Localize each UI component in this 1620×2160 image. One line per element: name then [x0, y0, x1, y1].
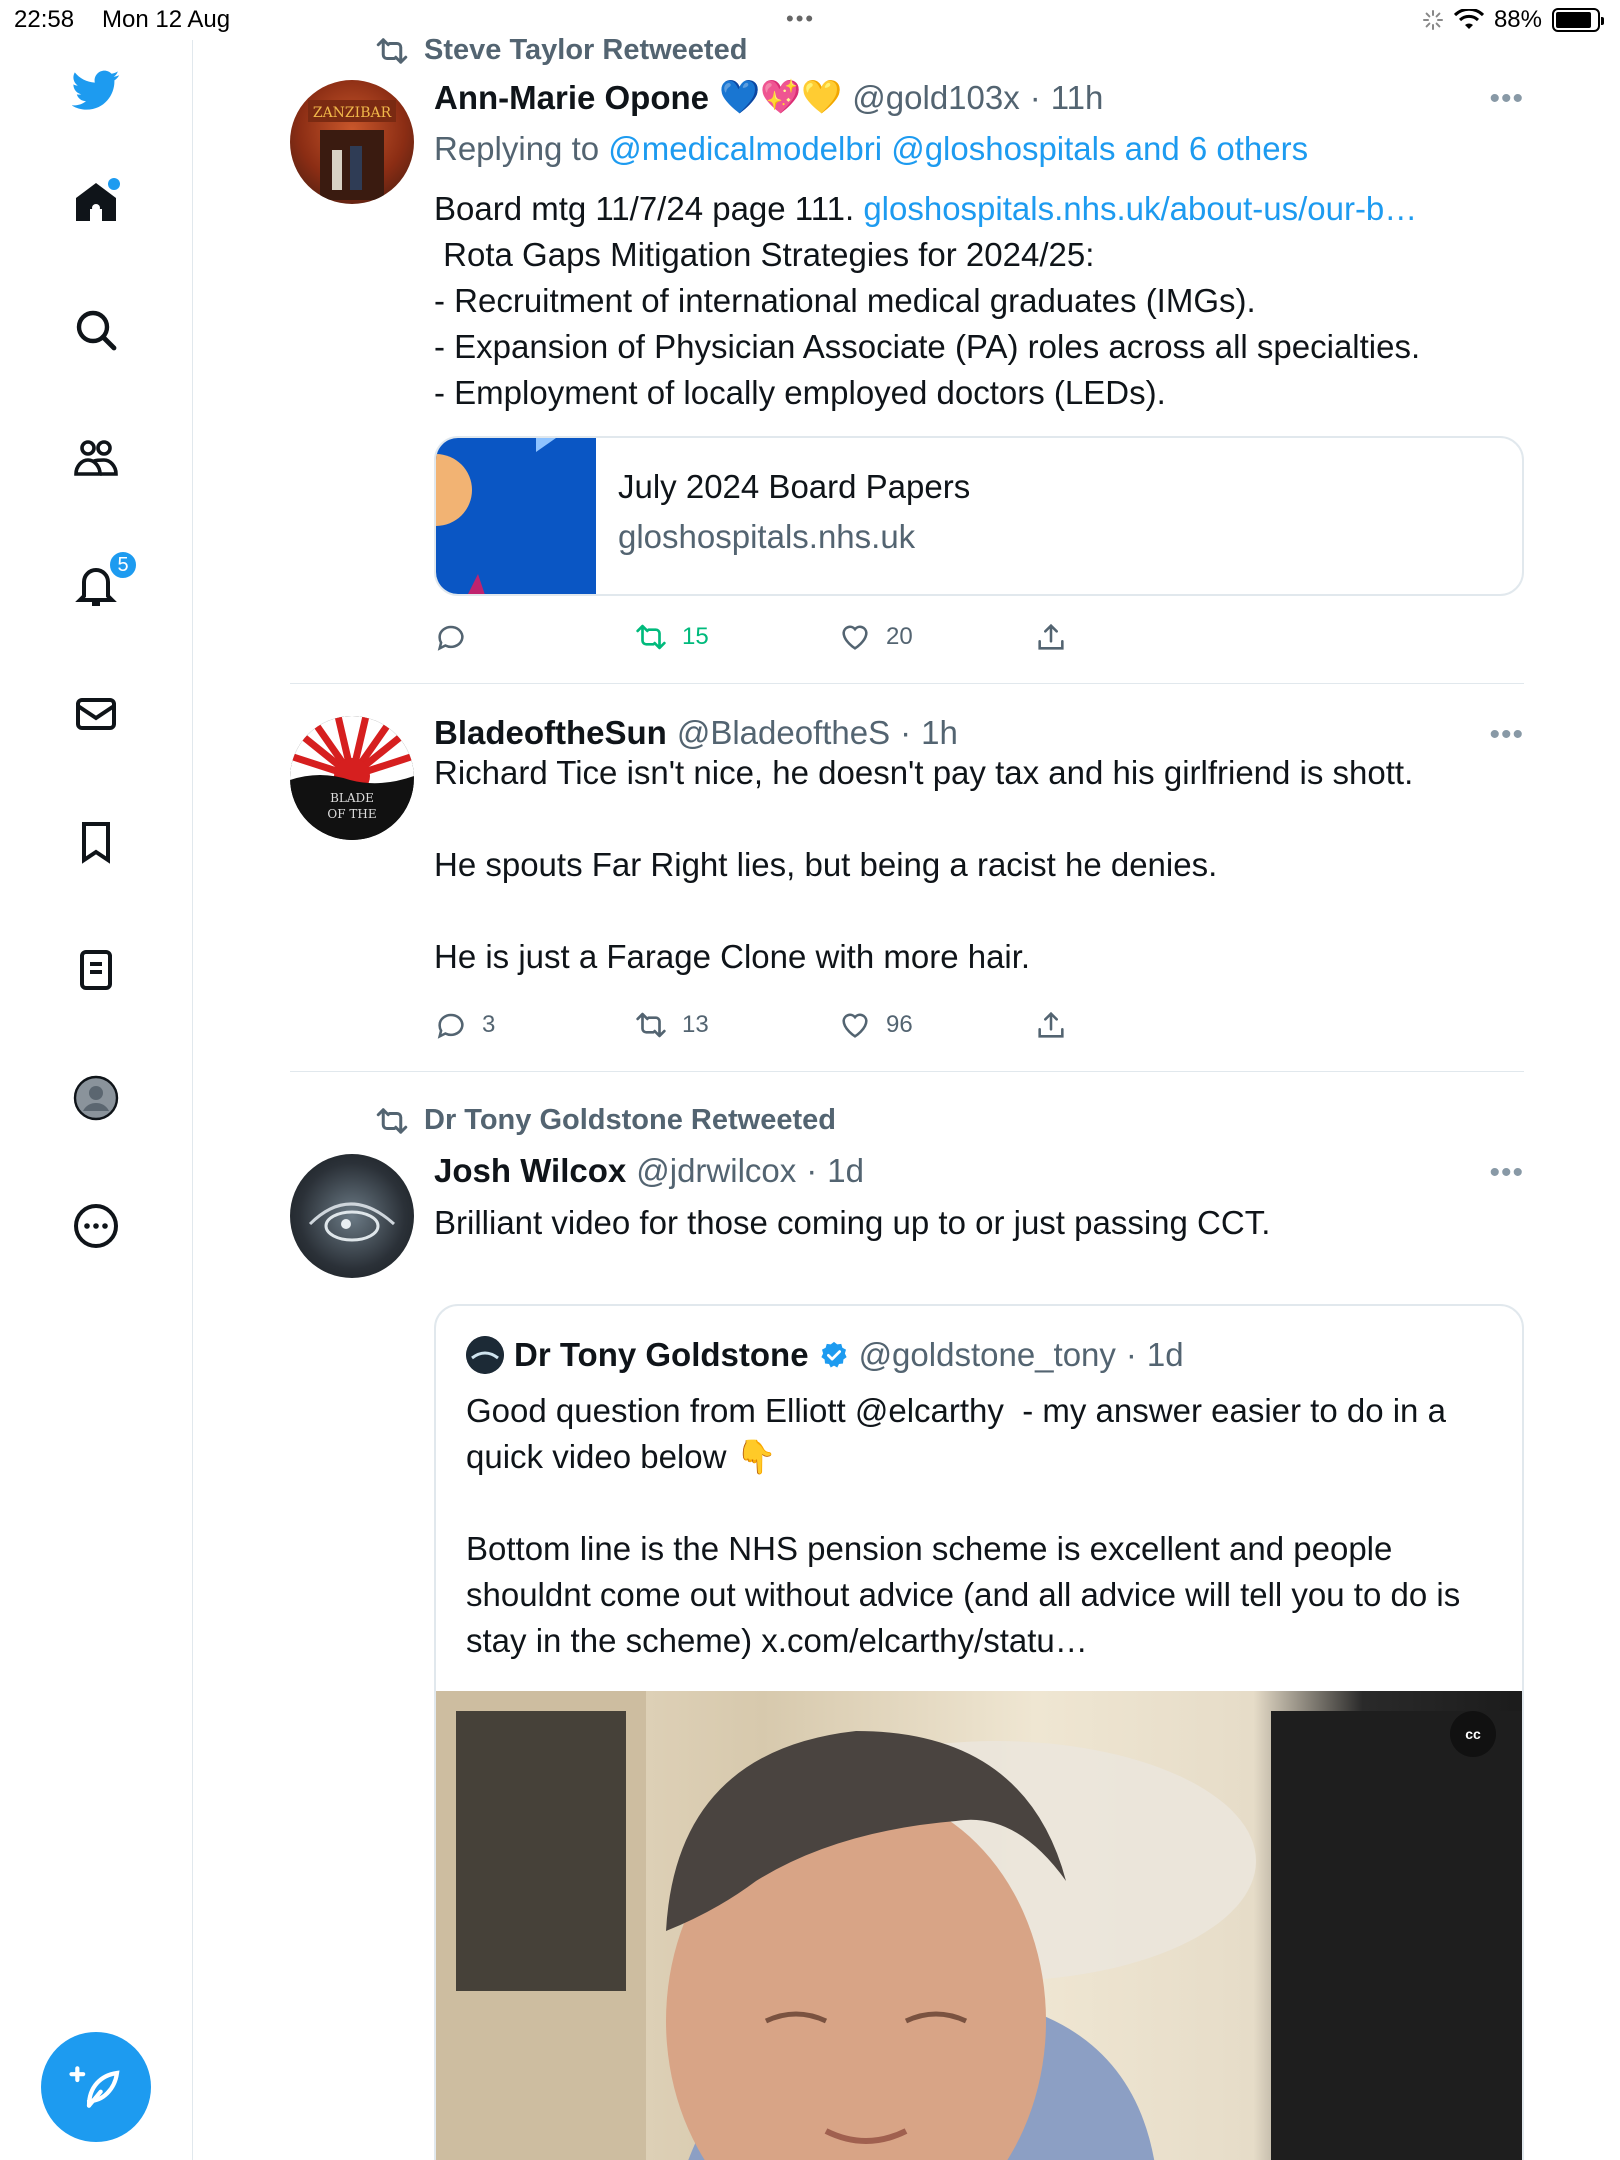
- retweet-button[interactable]: 15: [634, 620, 709, 654]
- quote-avatar[interactable]: [466, 1336, 504, 1374]
- author-name[interactable]: Josh Wilcox: [434, 1152, 626, 1190]
- avatar[interactable]: ZANZIBAR: [290, 80, 414, 204]
- notifications-bell-icon[interactable]: 5: [68, 550, 138, 614]
- status-time: 22:58: [14, 6, 75, 33]
- battery-icon: [1552, 8, 1604, 32]
- tweet-link[interactable]: gloshospitals.nhs.uk/about-us/our-b…: [863, 190, 1417, 227]
- share-icon: [1038, 1011, 1064, 1038]
- tweet-card[interactable]: Steve Taylor Retweeted ZANZIBAR Ann-Mari…: [290, 34, 1524, 684]
- card-domain: gloshospitals.nhs.uk: [618, 518, 916, 555]
- compose-feather-icon: [69, 2066, 120, 2108]
- share-button[interactable]: [1034, 1008, 1068, 1042]
- video-frame: [436, 1691, 1522, 2160]
- verified-badge-icon: [820, 1341, 847, 1368]
- status-date: Mon 12 Aug: [102, 6, 231, 33]
- author-name[interactable]: BladeoftheSun: [434, 714, 667, 752]
- replying-to: Replying to @medicalmodelbri @gloshospit…: [434, 130, 1309, 167]
- dot-separator: ·: [1029, 78, 1041, 116]
- tweet-time[interactable]: 1h: [921, 714, 958, 752]
- quote-author-name[interactable]: Dr Tony Goldstone: [514, 1336, 809, 1374]
- tweet-card[interactable]: BLADE OF THE BladeoftheSun @BladeoftheS …: [290, 684, 1524, 1072]
- battery-percent: 88%: [1493, 6, 1542, 33]
- notifications-badge: 5: [108, 550, 138, 580]
- reply-mentions-link[interactable]: @medicalmodelbri @gloshospitals and 6 ot…: [608, 130, 1308, 167]
- status-bar: 22:58 Mon 12 Aug ••• 88%: [0, 0, 1620, 40]
- tweet-actions: 3 13 96: [434, 1008, 1094, 1048]
- lists-icon[interactable]: [68, 942, 124, 998]
- more-options-icon[interactable]: •••: [1489, 82, 1524, 116]
- home-icon[interactable]: [68, 174, 124, 230]
- tweet-time[interactable]: 1d: [827, 1152, 864, 1190]
- like-button[interactable]: 96: [838, 1008, 913, 1042]
- profile-avatar-icon[interactable]: [68, 1070, 124, 1126]
- share-icon: [1038, 623, 1064, 650]
- heart-icon: [842, 625, 868, 650]
- messages-envelope-icon[interactable]: [68, 686, 124, 742]
- more-options-icon[interactable]: [68, 1198, 124, 1254]
- twitter-logo-icon[interactable]: [68, 62, 124, 118]
- avatar[interactable]: [290, 1154, 414, 1278]
- svg-text:OF THE: OF THE: [327, 807, 376, 821]
- reply-icon: [437, 1013, 464, 1039]
- closed-captions-button[interactable]: cc: [1450, 1711, 1496, 1757]
- reply-button[interactable]: 3: [434, 1008, 495, 1042]
- author-name[interactable]: Ann-Marie Opone: [434, 79, 709, 117]
- more-options-icon[interactable]: •••: [1489, 718, 1524, 752]
- author-handle[interactable]: @BladeoftheS: [677, 714, 890, 752]
- home-unread-dot: [108, 178, 120, 190]
- avatar[interactable]: BLADE OF THE: [290, 716, 414, 840]
- dot-separator: ·: [806, 1152, 818, 1189]
- reply-button[interactable]: [434, 620, 482, 654]
- quote-author-handle[interactable]: @goldstone_tony: [859, 1336, 1116, 1374]
- quote-header: Dr Tony Goldstone @goldstone_tony · 1d: [466, 1336, 1184, 1374]
- video-player[interactable]: cc: [436, 1691, 1522, 2160]
- compose-tweet-button[interactable]: [41, 2032, 151, 2142]
- tweet-card[interactable]: Dr Tony Goldstone Retweeted Josh Wilcox …: [290, 1072, 1524, 2160]
- tweet-header: Josh Wilcox @jdrwilcox · 1d: [434, 1152, 864, 1190]
- retweeted-by: Dr Tony Goldstone Retweeted: [374, 1104, 836, 1137]
- author-handle[interactable]: @gold103x: [852, 79, 1019, 117]
- tweet-time[interactable]: 11h: [1051, 79, 1104, 117]
- heart-icon: [842, 1013, 868, 1038]
- reply-icon: [437, 625, 464, 651]
- communities-icon[interactable]: [68, 430, 124, 486]
- quote-tweet[interactable]: Dr Tony Goldstone @goldstone_tony · 1d G…: [434, 1304, 1524, 2160]
- more-options-icon[interactable]: •••: [1489, 1156, 1524, 1190]
- quote-time[interactable]: 1d: [1147, 1336, 1184, 1374]
- multitasking-dots-icon[interactable]: •••: [786, 6, 815, 32]
- tweet-header: Ann-Marie Opone 💙💖💛 @gold103x · 11h: [434, 78, 1103, 117]
- retweet-icon: [376, 1107, 408, 1134]
- bookmarks-icon[interactable]: [68, 814, 124, 870]
- search-icon[interactable]: [68, 302, 124, 358]
- wifi-icon: [1453, 9, 1484, 29]
- tweet-text: Richard Tice isn't nice, he doesn't pay …: [434, 754, 1414, 975]
- tweet-header: BladeoftheSun @BladeoftheS · 1h: [434, 714, 958, 752]
- retweet-icon: [636, 624, 666, 650]
- tweet-actions: 15 20: [434, 620, 1094, 660]
- retweet-icon: [636, 1012, 666, 1038]
- sidebar: 5: [0, 40, 193, 2160]
- quote-text: Good question from Elliott @elcarthy - m…: [466, 1392, 1461, 1659]
- author-handle[interactable]: @jdrwilcox: [636, 1152, 796, 1190]
- share-button[interactable]: [1034, 620, 1068, 654]
- link-preview-card[interactable]: July 2024 Board Papers gloshospitals.nhs…: [434, 436, 1524, 596]
- retweet-button[interactable]: 13: [634, 1008, 709, 1042]
- dot-separator: ·: [900, 714, 912, 751]
- retweet-icon: [376, 37, 408, 64]
- svg-text:BLADE: BLADE: [330, 791, 374, 805]
- tweet-text: Brilliant video for those coming up to o…: [434, 1204, 1271, 1241]
- card-thumbnail: [436, 438, 596, 594]
- tweet-text: Board mtg 11/7/24 page 111. gloshospital…: [434, 190, 1421, 411]
- dot-separator: ·: [1125, 1336, 1137, 1373]
- loading-spinner-icon: [1422, 10, 1443, 30]
- author-emojis: 💙💖💛: [719, 78, 843, 115]
- card-title: July 2024 Board Papers: [618, 468, 971, 505]
- svg-text:ZANZIBAR: ZANZIBAR: [313, 105, 392, 121]
- retweeted-by: Steve Taylor Retweeted: [374, 34, 747, 67]
- like-button[interactable]: 20: [838, 620, 913, 654]
